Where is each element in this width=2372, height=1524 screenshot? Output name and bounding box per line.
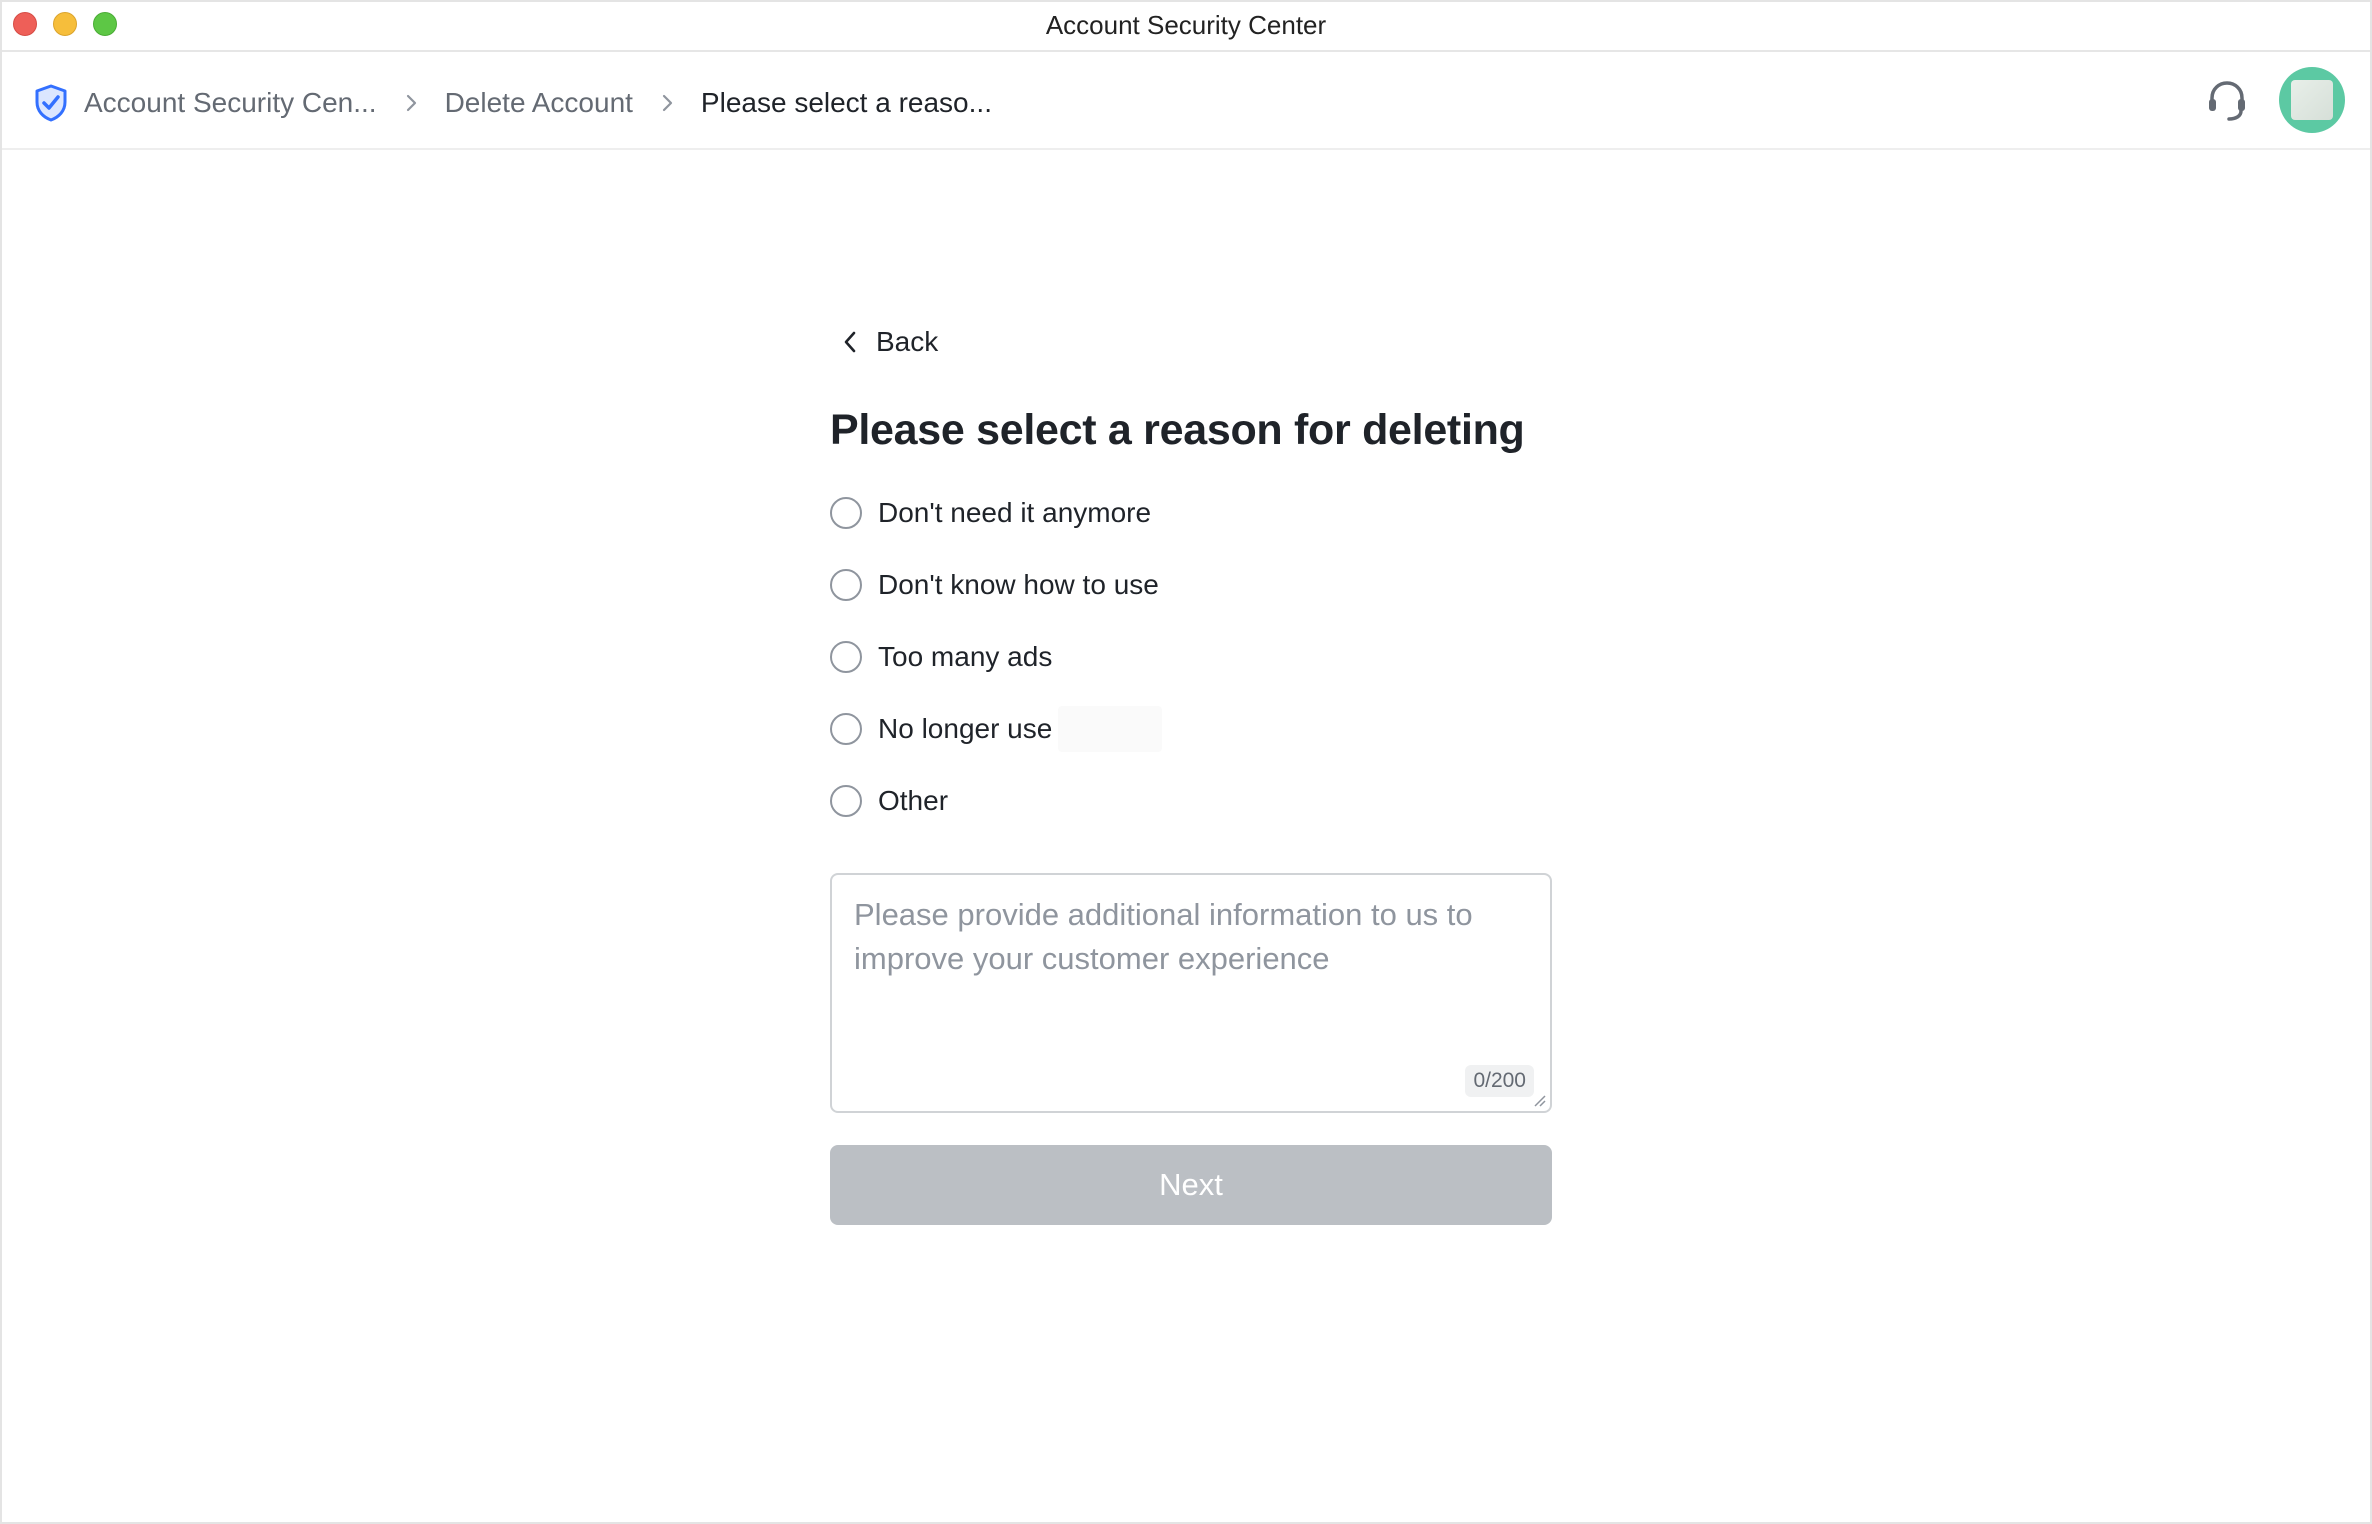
option-label: Don't need it anymore <box>878 497 1152 528</box>
reason-option-dont-know-how[interactable]: Don't know how to use <box>830 567 1552 603</box>
radio-button[interactable] <box>830 713 862 745</box>
option-label: Too many ads <box>878 641 1053 672</box>
option-label: Other <box>878 785 949 816</box>
reason-option-too-many-ads[interactable]: Too many ads <box>830 639 1552 675</box>
app-window: Account Security Center Account Security… <box>0 0 2372 1524</box>
back-button[interactable]: Back <box>840 322 938 362</box>
details-field-container: 0/200 <box>830 873 1552 1113</box>
chevron-right-icon <box>657 93 677 113</box>
page-title: Please select a reason for deleting <box>830 406 1525 454</box>
radio-button[interactable] <box>830 785 862 817</box>
resize-handle-icon[interactable] <box>1532 1093 1546 1107</box>
breadcrumb: Account Security Cen... Delete Account P… <box>34 82 992 124</box>
option-label: No longer use <box>878 713 1053 744</box>
window-title: Account Security Center <box>1045 10 1327 40</box>
reason-option-other[interactable]: Other <box>830 783 1552 819</box>
reason-option-dont-need[interactable]: Don't need it anymore <box>830 495 1552 531</box>
option-label: Don't know how to use <box>878 569 1159 600</box>
breadcrumb-item-account-security-center[interactable]: Account Security Cen... <box>84 87 377 119</box>
character-counter: 0/200 <box>1465 1065 1534 1097</box>
breadcrumb-item-current: Please select a reaso... <box>700 87 992 118</box>
next-button[interactable]: Next <box>830 1145 1552 1225</box>
chevron-left-icon <box>840 328 860 356</box>
breadcrumb-item-delete-account[interactable]: Delete Account <box>445 87 633 119</box>
chevron-right-icon <box>401 93 421 113</box>
redacted-area <box>1058 706 1163 752</box>
radio-button[interactable] <box>830 497 862 529</box>
avatar-image <box>2291 80 2333 120</box>
shield-icon <box>34 84 68 122</box>
reason-options: Don't need it anymore Don't know how to … <box>830 495 1552 819</box>
header: Account Security Cen... Delete Account P… <box>2 54 2370 150</box>
reason-option-no-longer-use[interactable]: No longer use <box>830 706 1552 752</box>
back-label: Back <box>876 326 939 357</box>
radio-button[interactable] <box>830 569 862 601</box>
details-textarea[interactable] <box>854 893 1524 1073</box>
avatar[interactable] <box>2279 67 2345 133</box>
delete-reason-form: Back Please select a reason for deleting… <box>830 322 1552 1225</box>
title-bar: Account Security Center <box>2 2 2370 52</box>
headset-icon[interactable] <box>2206 78 2248 124</box>
radio-button[interactable] <box>830 641 862 673</box>
